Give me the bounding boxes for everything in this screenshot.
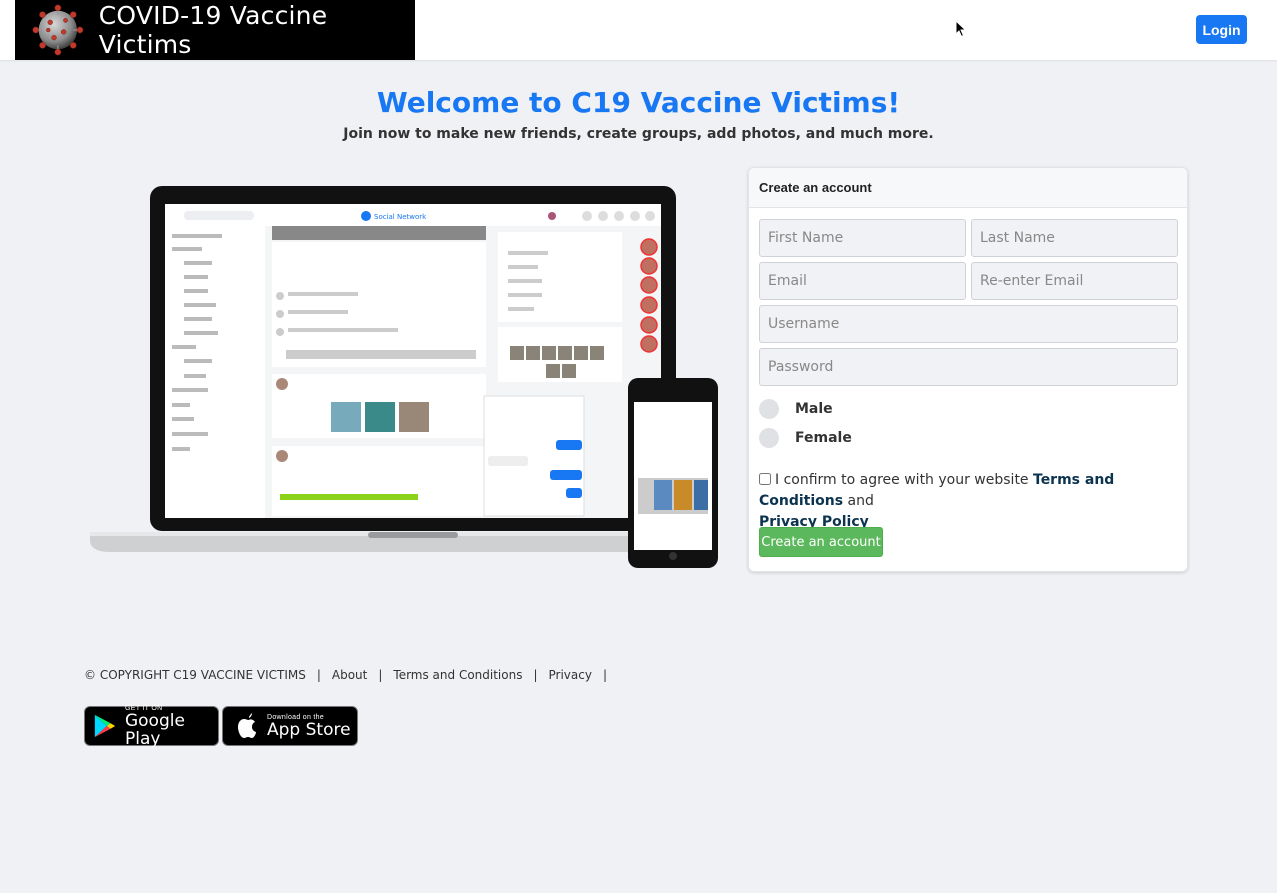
google-play-badge[interactable]: GET IT ON Google Play [84, 705, 219, 749]
create-account-button[interactable]: Create an account [759, 527, 883, 557]
device-mockup-image: Social Network [90, 186, 718, 568]
password-input[interactable] [759, 348, 1178, 386]
google-play-icon [94, 714, 116, 738]
gender-female-option[interactable]: Female [759, 428, 852, 448]
login-button[interactable]: Login [1196, 15, 1247, 44]
app-store-bottom-text: App Store [267, 719, 351, 740]
gender-female-radio[interactable] [759, 428, 779, 448]
footer-links: © COPYRIGHT C19 VACCINE VICTIMS | About … [84, 668, 618, 682]
top-navbar: COVID-19 Vaccine Victims Login [0, 0, 1277, 60]
first-name-input[interactable] [759, 219, 966, 257]
apple-icon [238, 713, 256, 738]
username-input[interactable] [759, 305, 1178, 343]
footer-link-terms[interactable]: Terms and Conditions [393, 668, 522, 682]
terms-text: I confirm to agree with your website [775, 472, 1029, 488]
last-name-input[interactable] [971, 219, 1178, 257]
footer-separator: | [602, 668, 608, 682]
footer-separator: | [533, 668, 538, 682]
gender-male-label: Male [795, 401, 833, 417]
logo-text: COVID-19 Vaccine Victims [98, 1, 328, 59]
terms-and-text: and [847, 493, 874, 509]
site-logo[interactable]: COVID-19 Vaccine Victims [15, 0, 415, 60]
copyright-text: © COPYRIGHT C19 VACCINE VICTIMS [84, 668, 306, 682]
google-play-bottom-text: Google Play [124, 710, 185, 749]
gender-male-option[interactable]: Male [759, 399, 833, 419]
reenter-email-input[interactable] [971, 262, 1178, 300]
page-subtitle: Join now to make new friends, create gro… [343, 126, 934, 142]
footer-separator: | [378, 668, 383, 682]
mouse-cursor-icon [955, 20, 967, 38]
footer-link-about[interactable]: About [332, 668, 367, 682]
terms-agreement: I confirm to agree with your website Ter… [759, 470, 1179, 533]
register-card: Create an account Male Female I confirm … [748, 167, 1188, 572]
coronavirus-icon [32, 4, 84, 56]
gender-male-radio[interactable] [759, 399, 779, 419]
footer-separator: | [316, 668, 321, 682]
app-store-badge[interactable]: Download on the App Store [222, 706, 358, 746]
email-input[interactable] [759, 262, 966, 300]
page-title: Welcome to C19 Vaccine Victims! [376, 86, 901, 119]
mockup-brand: Social Network [374, 213, 427, 221]
register-card-title: Create an account [749, 168, 1187, 208]
gender-female-label: Female [795, 430, 852, 446]
terms-checkbox[interactable] [759, 473, 771, 485]
footer-link-privacy[interactable]: Privacy [549, 668, 592, 682]
